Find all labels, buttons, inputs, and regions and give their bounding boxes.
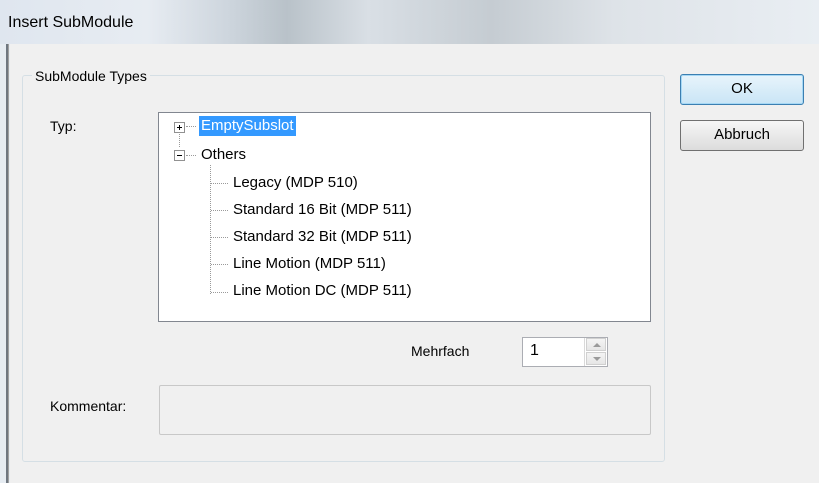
tree-item-emptysubslot[interactable]: EmptySubslot [199, 116, 296, 136]
tree-connector [186, 155, 196, 157]
tree-item-legacy[interactable]: Legacy (MDP 510) [233, 173, 358, 193]
tree-connector [211, 264, 228, 266]
tree-item-line-motion[interactable]: Line Motion (MDP 511) [233, 254, 386, 274]
tree-connector [186, 126, 196, 128]
tree-item-standard-16bit[interactable]: Standard 16 Bit (MDP 511) [233, 200, 412, 220]
expand-icon[interactable] [174, 122, 185, 133]
arrow-up-icon [593, 343, 601, 347]
tree-connector [179, 131, 181, 147]
mehrfach-label: Mehrfach [411, 343, 470, 359]
arrow-down-icon [593, 357, 601, 361]
tree-connector [211, 210, 228, 212]
mehrfach-value[interactable]: 1 [530, 342, 539, 360]
ok-button[interactable]: OK [680, 74, 804, 105]
typ-label: Typ: [50, 118, 77, 134]
submodule-tree[interactable]: EmptySubslot Others Legacy (MDP 510) Sta… [158, 112, 651, 322]
title-bar[interactable]: Insert SubModule [0, 0, 819, 44]
tree-item-others[interactable]: Others [201, 145, 246, 165]
collapse-icon[interactable] [174, 150, 185, 161]
window-title: Insert SubModule [8, 14, 134, 31]
kommentar-label: Kommentar: [50, 398, 127, 414]
spin-down-button[interactable] [586, 352, 606, 365]
comment-field[interactable] [159, 385, 651, 435]
tree-connector [211, 183, 228, 185]
group-label: SubModule Types [32, 68, 150, 84]
tree-item-line-motion-dc[interactable]: Line Motion DC (MDP 511) [233, 281, 412, 301]
spin-up-button[interactable] [586, 338, 606, 351]
client-edge [8, 44, 9, 483]
insert-submodule-dialog: Insert SubModule SubModule Types Typ: Em… [0, 0, 819, 483]
cancel-button[interactable]: Abbruch [680, 120, 804, 151]
tree-connector [211, 292, 228, 294]
mehrfach-spinner[interactable]: 1 [522, 337, 608, 367]
spinner-arrows [584, 338, 607, 366]
tree-connector [211, 237, 228, 239]
tree-item-standard-32bit[interactable]: Standard 32 Bit (MDP 511) [233, 227, 412, 247]
